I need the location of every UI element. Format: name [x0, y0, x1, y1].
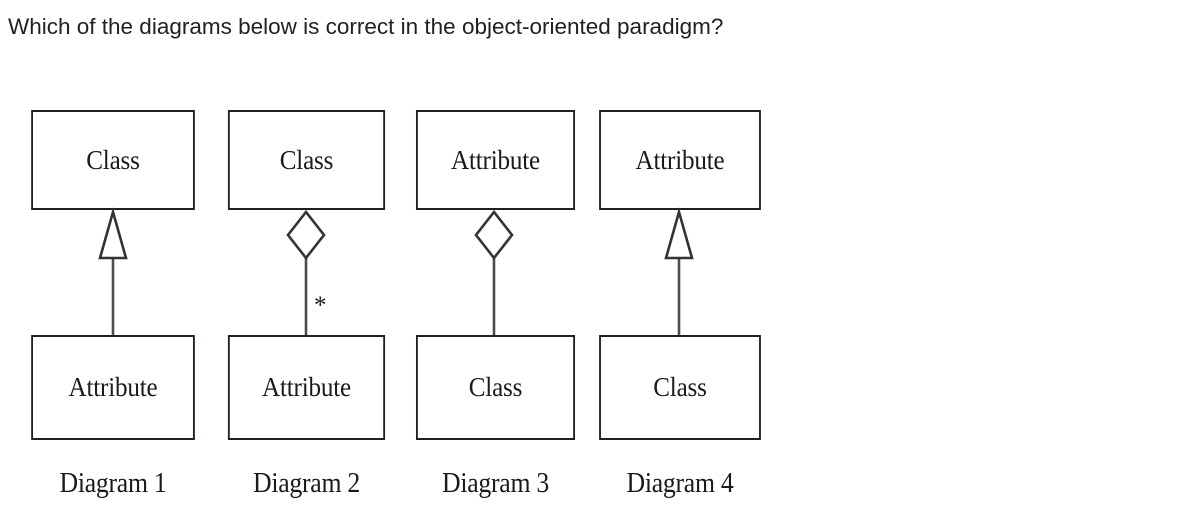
- diagram-3-aggregation-diamond-icon: [474, 209, 514, 261]
- diagram-2-caption: Diagram 2: [253, 468, 360, 499]
- diagram-2-bottom-box-label: Attribute: [262, 372, 351, 402]
- diagram-3-top-box: Attribute: [415, 110, 576, 210]
- diagram-3-caption: Diagram 3: [442, 468, 549, 499]
- diagram-4-bottom-box: Class: [599, 335, 761, 440]
- diagram-4-bottom-box-label: Class: [653, 372, 707, 402]
- diagram-4-connector: [593, 207, 767, 337]
- diagram-2-aggregation-diamond-icon: [286, 209, 326, 261]
- diagram-1-bottom-box-label: Attribute: [68, 372, 158, 402]
- diagram-1-top-box: Class: [31, 110, 195, 210]
- diagram-2-bottom-box: Attribute: [227, 335, 386, 440]
- diagram-1: Class Attribute Diagram 1: [25, 0, 201, 528]
- diagram-3-connector: [410, 209, 581, 337]
- diagram-3-bottom-box: Class: [415, 335, 576, 440]
- diagram-4-caption: Diagram 4: [626, 468, 734, 499]
- diagram-1-connector: [25, 207, 201, 337]
- diagram-2-multiplicity-label: *: [314, 292, 327, 319]
- uml-diagrams-figure: Class Attribute Diagram 1 Class * Attrib…: [0, 0, 800, 528]
- diagram-1-bottom-box: Attribute: [31, 335, 195, 440]
- diagram-2-top-box: Class: [227, 110, 386, 210]
- diagram-2: Class * Attribute Diagram 2: [222, 0, 391, 528]
- diagram-3-bottom-box-label: Class: [468, 372, 523, 402]
- diagram-2-connector: [222, 209, 391, 337]
- diagram-3-top-box-label: Attribute: [451, 144, 540, 175]
- diagram-1-generalization-triangle-icon: [98, 207, 128, 260]
- diagram-2-top-box-label: Class: [279, 144, 334, 175]
- diagram-4-top-box-label: Attribute: [635, 144, 725, 175]
- diagram-4: Attribute Class Diagram 4: [593, 0, 767, 528]
- diagram-1-caption: Diagram 1: [59, 468, 167, 499]
- diagram-3: Attribute Class Diagram 3: [410, 0, 581, 528]
- diagram-4-top-box: Attribute: [599, 110, 761, 210]
- diagram-1-top-box-label: Class: [86, 144, 140, 175]
- diagram-4-generalization-triangle-icon: [664, 207, 694, 260]
